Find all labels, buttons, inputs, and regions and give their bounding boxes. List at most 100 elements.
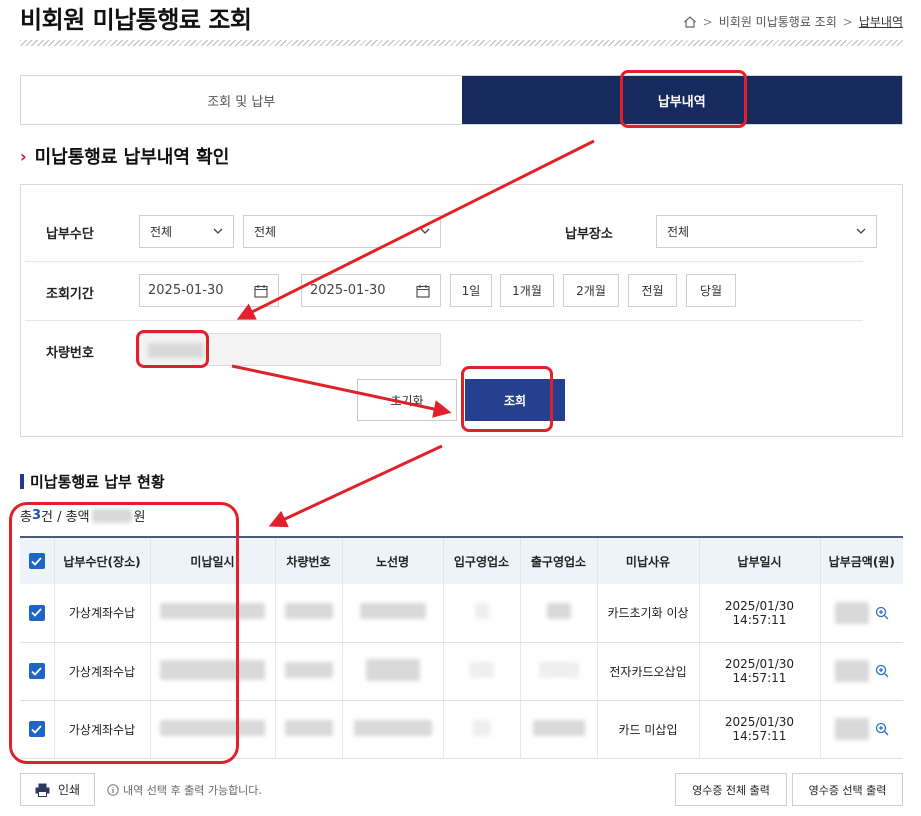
table-row[interactable]: 가상계좌수납 전자카드오삽입 2025/01/30 14:57:11	[20, 642, 903, 701]
page-title: 비회원 미납통행료 조회	[20, 6, 252, 34]
title-bar	[20, 474, 24, 489]
table-header-row: 납부수단(장소) 미납일시 차량번호 노선명 입구영업소 출구영업소 미납사유 …	[20, 536, 903, 584]
breadcrumb-current[interactable]: 납부내역	[859, 13, 903, 30]
period-1month-button[interactable]: 1개월	[500, 274, 554, 307]
check-icon	[31, 608, 42, 618]
tab-lookup-payment[interactable]: 조회 및 납부	[21, 76, 462, 124]
row-checkbox[interactable]	[28, 663, 45, 679]
select-all-cell	[20, 536, 55, 584]
column-header: 미납사유	[597, 536, 700, 584]
unpaid-reason-cell: 카드초기화 이상	[597, 584, 700, 643]
redacted-value	[148, 343, 204, 358]
results-title: 미납통행료 납부 현황	[20, 471, 165, 492]
arrow	[268, 444, 443, 528]
search-button[interactable]: 조회	[465, 379, 565, 421]
chevron-right-icon: ›	[20, 146, 27, 166]
redacted-value	[469, 661, 494, 678]
results-title-text: 미납통행료 납부 현황	[30, 473, 165, 491]
date-value: 2025-01-30	[310, 283, 386, 298]
print-button[interactable]: 인쇄	[20, 773, 95, 806]
calendar-icon[interactable]	[254, 284, 268, 298]
redacted-value	[532, 719, 585, 736]
reset-button[interactable]: 초기화	[357, 379, 457, 421]
tab-payment-history[interactable]: 납부내역	[461, 76, 902, 124]
printer-icon	[35, 783, 50, 797]
paid-at-cell: 2025/01/30 14:57:11	[699, 700, 821, 759]
period-2month-button[interactable]: 2개월	[563, 274, 619, 307]
calendar-icon[interactable]	[416, 284, 430, 298]
summary-prefix: 총	[20, 510, 32, 525]
redacted-value	[284, 719, 333, 736]
results-summary: 총 3 건 / 총액 원	[20, 506, 146, 525]
redacted-value	[834, 718, 869, 740]
check-icon	[31, 666, 42, 676]
print-label: 인쇄	[57, 783, 81, 797]
info-icon	[107, 784, 119, 796]
row-divider	[25, 320, 863, 321]
title-divider	[20, 40, 903, 46]
redacted-total	[91, 508, 132, 523]
redacted-value	[284, 661, 333, 678]
payment-method-select[interactable]: 전체	[139, 215, 234, 248]
select-all-checkbox[interactable]	[28, 553, 45, 569]
breadcrumb-item[interactable]: 비회원 미납통행료 조회	[719, 13, 837, 30]
redacted-value	[472, 719, 491, 736]
section-title: › 미납통행료 납부내역 확인	[20, 143, 229, 169]
select-value: 전체	[150, 225, 173, 239]
vehicle-number-label: 차량번호	[46, 346, 94, 361]
column-header: 미납일시	[150, 536, 276, 584]
column-header: 출구영업소	[520, 536, 598, 584]
date-to-input[interactable]: 2025-01-30	[301, 274, 441, 307]
receipt-print-all-button[interactable]: 영수증 전체 출력	[675, 773, 787, 806]
check-icon	[31, 724, 42, 734]
summary-mid: 건 / 총액	[41, 510, 90, 525]
redacted-value	[365, 658, 420, 681]
period-label: 조회기간	[46, 287, 94, 302]
period-1day-button[interactable]: 1일	[450, 274, 492, 307]
summary-suffix: 원	[133, 510, 146, 525]
column-header: 노선명	[342, 536, 444, 584]
home-icon[interactable]	[683, 15, 697, 29]
receipt-print-selected-button[interactable]: 영수증 선택 출력	[792, 773, 903, 806]
payment-method-label: 납부수단	[46, 227, 94, 242]
payment-place-label: 납부장소	[565, 227, 613, 242]
row-checkbox[interactable]	[28, 604, 45, 621]
table-row[interactable]: 가상계좌수납 카드 미삽입 2025/01/30 14:57:11	[20, 700, 903, 759]
redacted-value	[160, 719, 265, 736]
redacted-value	[353, 719, 432, 736]
select-value: 전체	[254, 225, 277, 239]
redacted-value	[160, 659, 265, 680]
payment-detail-select[interactable]: 전체	[243, 215, 441, 248]
zoom-in-icon[interactable]	[875, 664, 889, 678]
redacted-value	[359, 603, 426, 620]
period-prev-month-button[interactable]: 전월	[628, 274, 677, 307]
date-from-input[interactable]: 2025-01-30	[139, 274, 279, 307]
paid-at-cell: 2025/01/30 14:57:11	[699, 584, 821, 643]
row-checkbox[interactable]	[28, 721, 45, 737]
paid-at-cell: 2025/01/30 14:57:11	[699, 642, 821, 701]
payment-table: 납부수단(장소) 미납일시 차량번호 노선명 입구영업소 출구영업소 미납사유 …	[20, 536, 903, 759]
zoom-in-icon[interactable]	[875, 606, 889, 620]
table-row[interactable]: 가상계좌수납 카드초기화 이상 2025/01/30 14:57:11	[20, 584, 903, 643]
payment-method-cell: 가상계좌수납	[54, 642, 151, 701]
payment-method-cell: 가상계좌수납	[54, 700, 151, 759]
chevron-down-icon	[420, 228, 430, 234]
payment-place-select[interactable]: 전체	[656, 215, 877, 248]
chevron-right-icon: >	[842, 14, 853, 29]
redacted-value	[160, 603, 265, 620]
payment-method-cell: 가상계좌수납	[54, 584, 151, 643]
unpaid-reason-cell: 카드 미삽입	[597, 700, 700, 759]
vehicle-number-input[interactable]	[139, 333, 441, 366]
redacted-value	[538, 661, 579, 678]
check-icon	[31, 556, 42, 566]
summary-count: 3	[31, 508, 42, 523]
period-this-month-button[interactable]: 당월	[686, 274, 736, 307]
breadcrumb: > 비회원 미납통행료 조회 > 납부내역	[683, 13, 903, 30]
print-note: 내역 선택 후 출력 가능합니다.	[107, 782, 262, 798]
column-header: 납부금액(원)	[820, 536, 903, 584]
redacted-value	[546, 603, 571, 620]
select-value: 전체	[667, 225, 690, 239]
zoom-in-icon[interactable]	[875, 722, 889, 736]
print-note-text: 내역 선택 후 출력 가능합니다.	[123, 784, 262, 797]
chevron-down-icon	[856, 228, 866, 234]
